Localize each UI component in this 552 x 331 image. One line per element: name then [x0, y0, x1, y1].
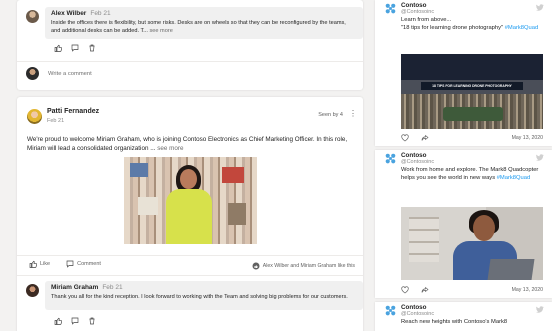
photo-detail: [228, 203, 246, 225]
hashtag-link[interactable]: #Mark8Quad: [497, 175, 531, 181]
photo-detail: [130, 163, 148, 177]
tweet-author-handle[interactable]: @Contosoinc: [401, 9, 434, 15]
comment-button[interactable]: Comment: [66, 260, 101, 268]
twitter-bird-icon: [536, 4, 544, 11]
trash-icon[interactable]: [88, 44, 96, 52]
tweet-footer: May 13, 2020: [401, 286, 543, 294]
tweet-text: Learn from above... "18 tips for learnin…: [401, 17, 539, 31]
thumbs-up-icon[interactable]: [54, 44, 62, 52]
like-button[interactable]: Like: [29, 260, 50, 268]
post-actions: Like Comment: [29, 260, 101, 268]
post-text: We're proud to welcome Miriam Graham, wh…: [27, 136, 348, 152]
chat-icon[interactable]: [71, 44, 79, 52]
avatar-alex-wilber[interactable]: [26, 10, 39, 23]
thumbs-up-icon[interactable]: [54, 317, 62, 325]
see-more-link[interactable]: see more: [149, 28, 172, 34]
tweet-card[interactable]: Contoso @Contosoinc Reach new heights wi…: [375, 302, 552, 331]
photo-detail: [166, 189, 212, 244]
tweet-image[interactable]: 18 TIPS FOR LEARNING DRONE PHOTOGRAPHY: [401, 54, 543, 129]
comment-date: Feb 21: [90, 10, 111, 17]
tweet-date[interactable]: May 13, 2020: [512, 287, 543, 293]
thumbs-up-icon: [252, 262, 260, 270]
comment-actions: [54, 317, 96, 325]
comment-label: Comment: [77, 261, 101, 267]
comment-text: Thank you all for the kind reception. I …: [51, 294, 348, 300]
post-card-patti: Patti Fernandez Feb 21 Seen by 4 ⋮ We're…: [17, 97, 363, 331]
photo-detail: [222, 167, 244, 183]
share-icon[interactable]: [421, 286, 429, 294]
thumbs-up-icon: [29, 260, 37, 268]
heart-icon[interactable]: [401, 286, 409, 294]
seen-by-count[interactable]: Seen by 4: [318, 112, 343, 118]
twitter-bird-icon: [536, 306, 544, 313]
divider: [17, 61, 363, 62]
avatar-miriam-graham[interactable]: [26, 284, 39, 297]
comment-actions: [54, 44, 96, 52]
comment-bubble-alex: Alex Wilber Feb 21 Inside the offices the…: [45, 7, 363, 39]
tweet-card[interactable]: Contoso @Contosoinc Work from home and e…: [375, 150, 552, 298]
photo-detail: [180, 169, 197, 189]
tweet-footer: May 13, 2020: [401, 134, 543, 142]
image-caption: 18 TIPS FOR LEARNING DRONE PHOTOGRAPHY: [421, 82, 523, 90]
photo-detail: [138, 197, 158, 215]
tweet-author-name[interactable]: Contoso: [401, 152, 427, 159]
avatar-patti-fernandez[interactable]: [27, 109, 42, 124]
divider: [17, 255, 363, 256]
hashtag-link[interactable]: #Mark8Quad: [505, 25, 539, 31]
tweet-image[interactable]: [401, 207, 543, 280]
tweet-date[interactable]: May 13, 2020: [512, 135, 543, 141]
trash-icon[interactable]: [88, 317, 96, 325]
image-detail: [473, 215, 495, 241]
post-card-previous: Alex Wilber Feb 21 Inside the offices the…: [17, 0, 363, 90]
like-label: Like: [40, 261, 51, 267]
comment-date: Feb 21: [102, 284, 123, 291]
contoso-logo-icon[interactable]: [385, 153, 396, 164]
chat-icon[interactable]: [71, 317, 79, 325]
image-detail: [443, 107, 503, 121]
image-detail: [487, 259, 535, 280]
post-author[interactable]: Patti Fernandez: [47, 108, 99, 115]
tweet-author-name[interactable]: Contoso: [401, 2, 427, 9]
tweet-text: Reach new heights with Contoso's Mark8: [401, 319, 508, 325]
see-more-link[interactable]: see more: [157, 145, 183, 152]
twitter-feed-column: Contoso @Contosoinc Learn from above... …: [375, 0, 552, 331]
divider: [17, 275, 363, 276]
image-detail: [409, 217, 439, 262]
write-comment-input[interactable]: Write a comment: [48, 71, 92, 77]
post-date: Feb 21: [47, 118, 65, 124]
post-image[interactable]: [124, 157, 257, 244]
liked-by-summary[interactable]: Alex Wilber and Miriam Graham like this: [252, 262, 355, 270]
tweet-author-handle[interactable]: @Contosoinc: [401, 159, 434, 165]
feed-column: Alex Wilber Feb 21 Inside the offices the…: [17, 0, 363, 331]
contoso-logo-icon[interactable]: [385, 305, 396, 316]
tweet-author-name[interactable]: Contoso: [401, 304, 427, 311]
chat-icon: [66, 260, 74, 268]
tweet-card[interactable]: Contoso @Contosoinc Learn from above... …: [375, 0, 552, 146]
comment-text: Inside the offices there is flexibility,…: [51, 20, 346, 34]
twitter-bird-icon: [536, 154, 544, 161]
heart-icon[interactable]: [401, 134, 409, 142]
comment-bubble-miriam: Miriam Graham Feb 21 Thank you all for th…: [45, 281, 363, 310]
tweet-text: Work from home and explore. The Mark8 Qu…: [401, 167, 539, 181]
share-icon[interactable]: [421, 134, 429, 142]
comment-author[interactable]: Alex Wilber: [51, 10, 86, 17]
more-options-icon[interactable]: ⋮: [349, 109, 357, 118]
tweet-author-handle[interactable]: @Contosoinc: [401, 311, 434, 317]
contoso-logo-icon[interactable]: [385, 3, 396, 14]
avatar-current-user: [26, 67, 39, 80]
comment-author[interactable]: Miriam Graham: [51, 284, 98, 291]
